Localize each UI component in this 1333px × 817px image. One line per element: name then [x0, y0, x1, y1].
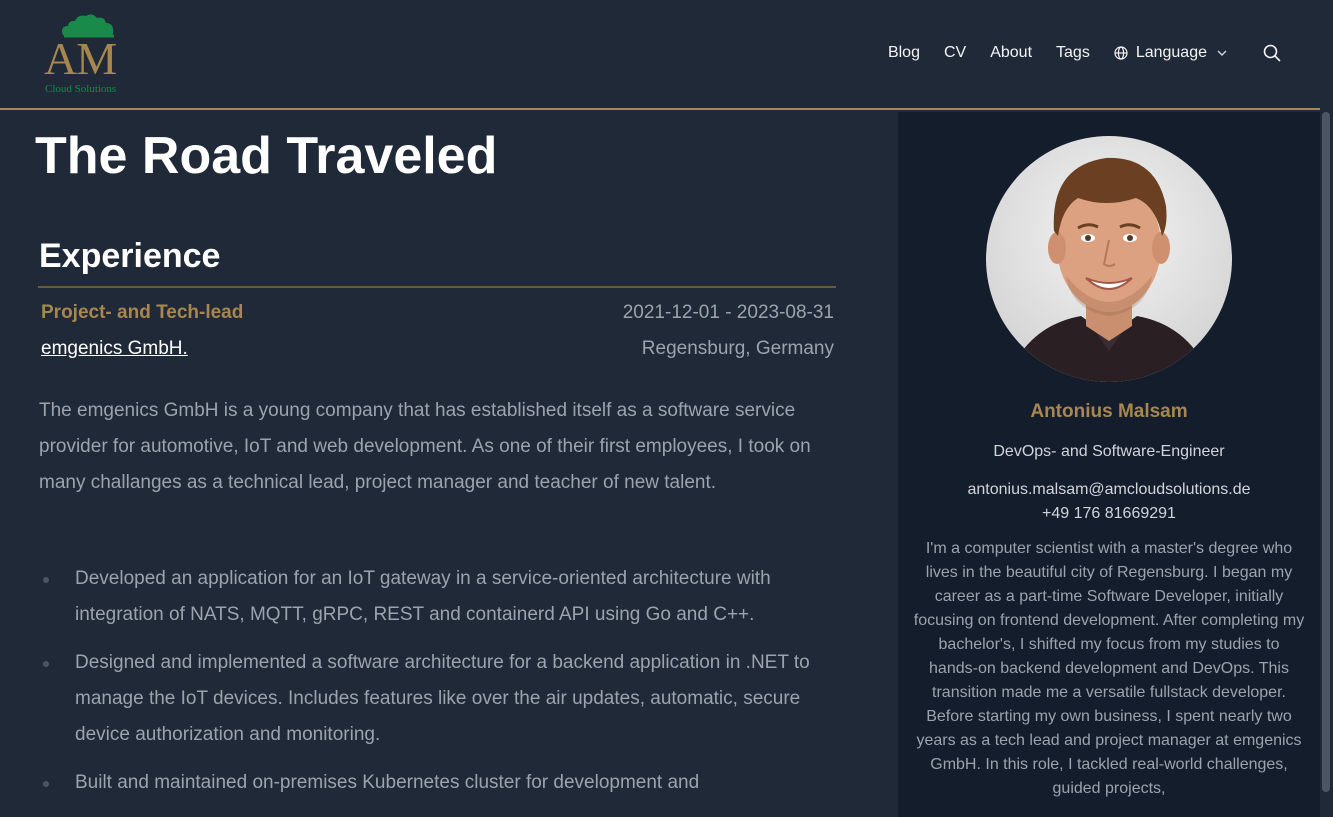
list-item: Built and maintained on-premises Kuberne…	[39, 765, 839, 801]
profile-job-title: DevOps- and Software-Engineer	[993, 443, 1225, 460]
nav-blog[interactable]: Blog	[888, 40, 920, 66]
profile-phone[interactable]: +49 176 81669291	[898, 502, 1320, 526]
language-label: Language	[1135, 44, 1207, 61]
bullet-icon	[43, 781, 49, 787]
profile-name: Antonius Malsam	[1030, 401, 1188, 422]
list-item-text: Built and maintained on-premises Kuberne…	[75, 772, 700, 793]
site-header: AM Cloud Solutions Blog CV About Tags La…	[0, 0, 1333, 110]
scrollbar[interactable]	[1320, 0, 1333, 817]
chevron-down-icon	[1217, 50, 1227, 56]
avatar	[986, 136, 1232, 382]
nav-cv[interactable]: CV	[944, 40, 966, 66]
section-title-experience: Experience	[39, 237, 221, 275]
list-item-text: Designed and implemented a software arch…	[75, 652, 810, 745]
job-location: Regensburg, Germany	[641, 338, 834, 359]
nav-tags[interactable]: Tags	[1056, 40, 1090, 66]
scrollbar-thumb[interactable]	[1322, 112, 1330, 792]
profile-email[interactable]: antonius.malsam@amcloudsolutions.de	[898, 478, 1320, 502]
language-selector[interactable]: Language	[1114, 44, 1235, 62]
search-button[interactable]	[1263, 44, 1281, 62]
list-item: Developed an application for an IoT gate…	[39, 561, 839, 633]
main-content: The Road Traveled Experience Project- an…	[0, 112, 898, 817]
section-divider	[38, 286, 836, 288]
search-icon	[1263, 44, 1281, 62]
profile-sidebar: Antonius Malsam DevOps- and Software-Eng…	[898, 112, 1320, 817]
job-role: Project- and Tech-lead	[41, 302, 244, 323]
logo-text: AM	[44, 33, 117, 84]
job-dates: 2021-12-01 - 2023-08-31	[622, 302, 834, 323]
nav-about[interactable]: About	[990, 40, 1032, 66]
bullet-icon	[43, 661, 49, 667]
list-item: Designed and implemented a software arch…	[39, 645, 839, 753]
globe-icon	[1114, 46, 1128, 60]
page-title: The Road Traveled	[35, 127, 498, 185]
list-item-text: Developed an application for an IoT gate…	[75, 568, 771, 625]
job-description: The emgenics GmbH is a young company tha…	[39, 400, 811, 493]
job-achievements: Developed an application for an IoT gate…	[39, 561, 839, 813]
logo-subtitle: Cloud Solutions	[45, 83, 117, 95]
company-link[interactable]: emgenics GmbH.	[41, 337, 188, 361]
profile-bio: I'm a computer scientist with a master's…	[913, 540, 1305, 797]
main-nav: Blog CV About Tags Language	[864, 40, 1281, 66]
logo[interactable]: AM Cloud Solutions	[40, 10, 136, 96]
bullet-icon	[43, 577, 49, 583]
profile-photo	[986, 136, 1232, 382]
